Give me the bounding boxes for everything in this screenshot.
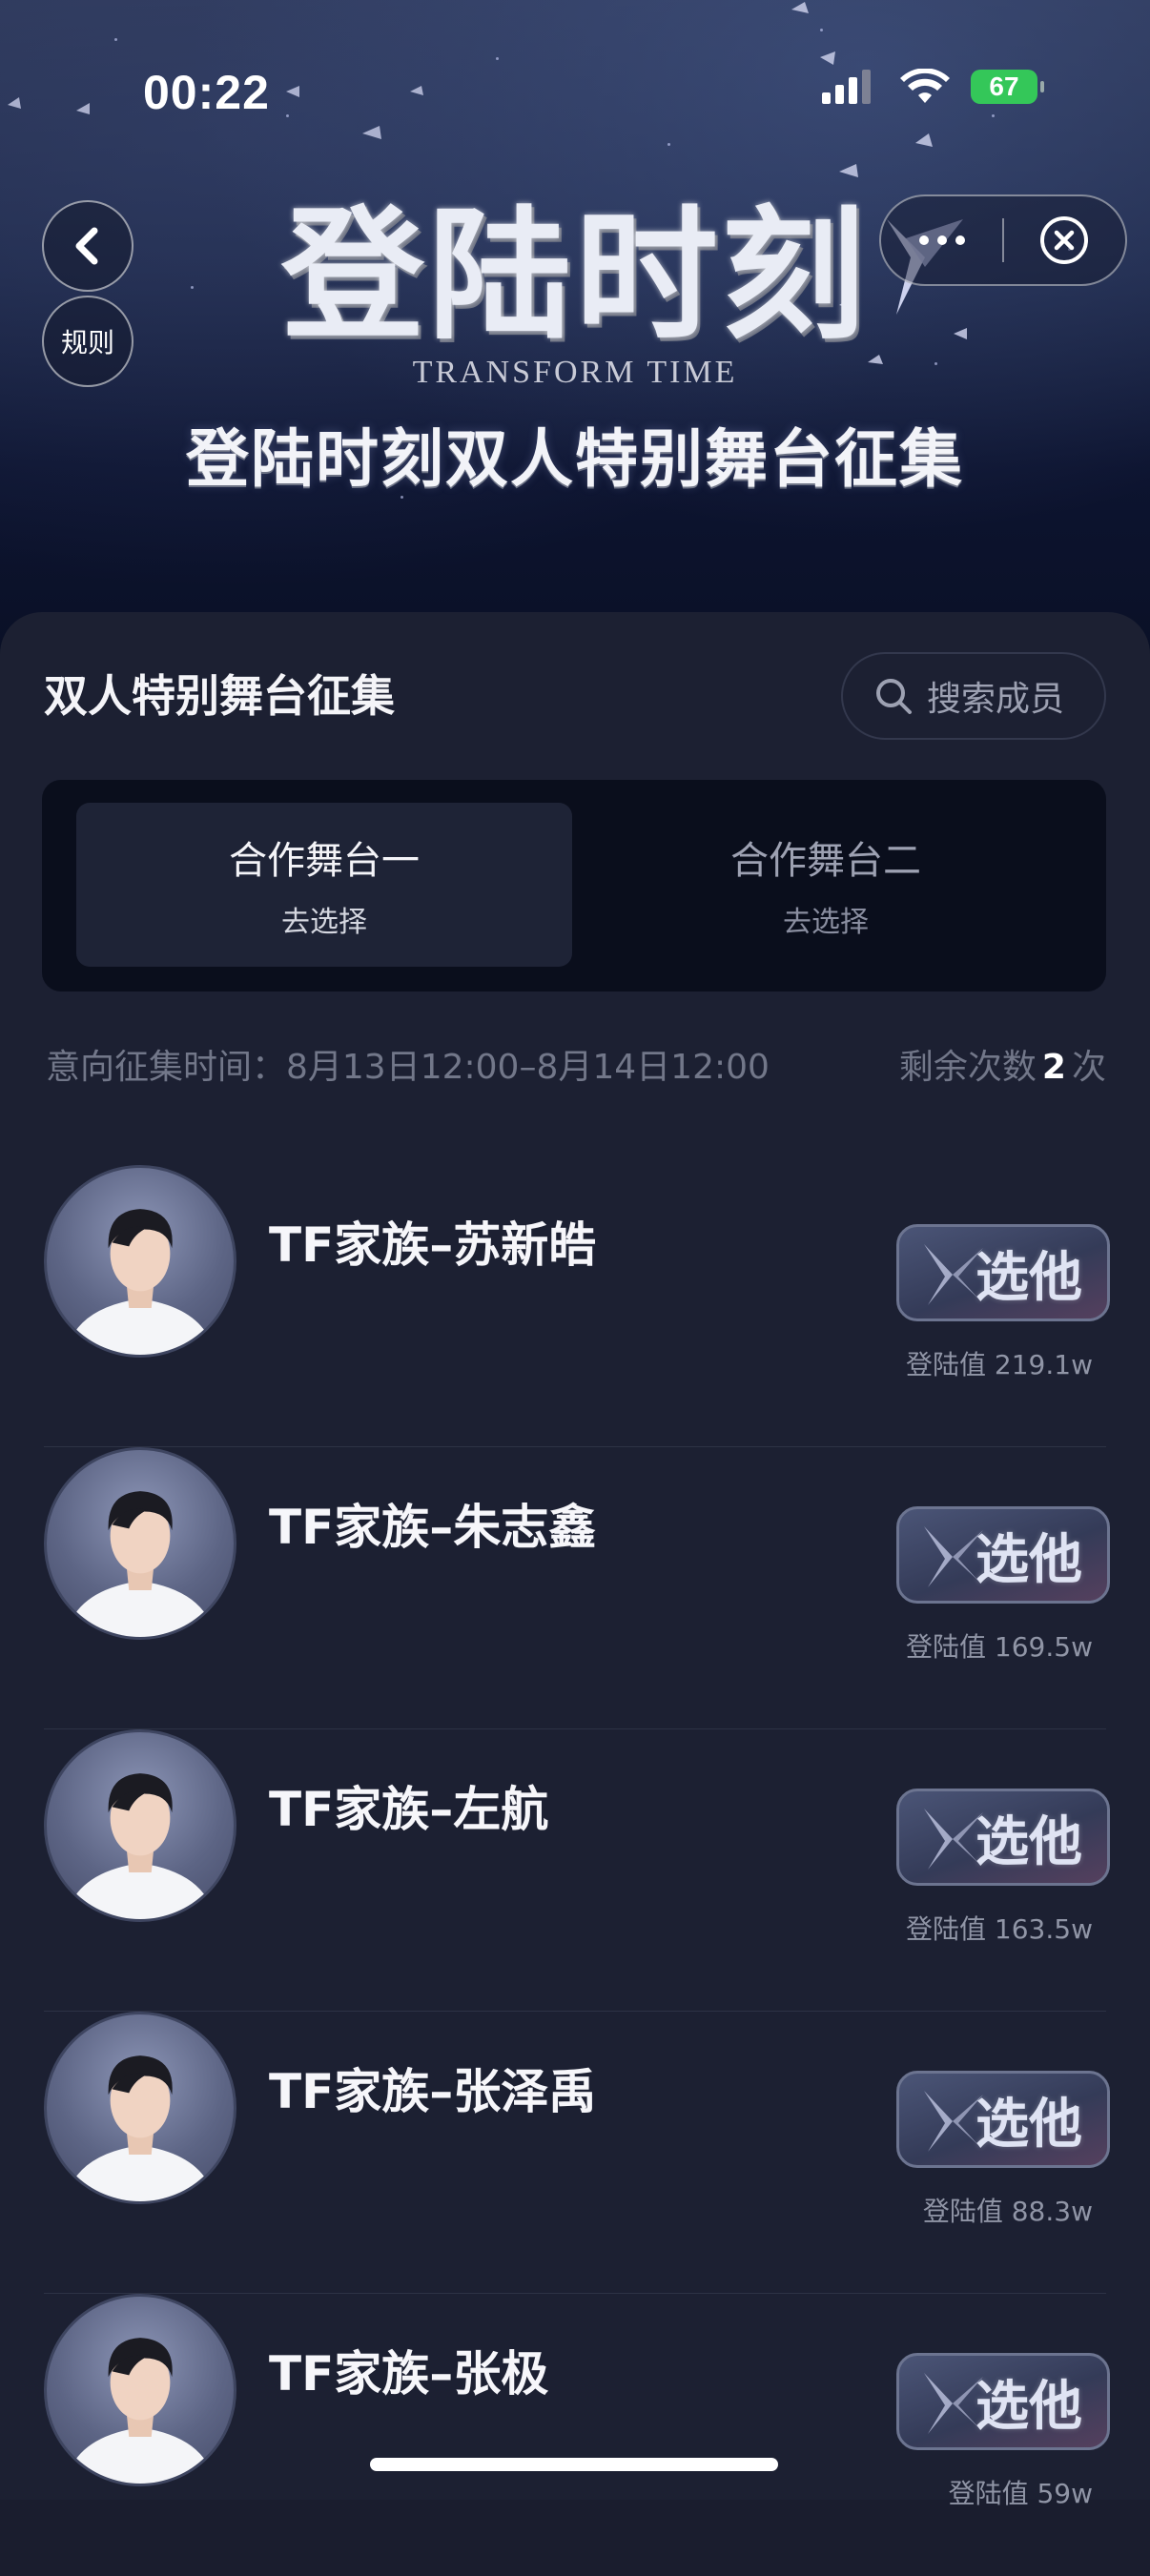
butterfly-x-icon (924, 1809, 983, 1870)
wifi-icon (900, 69, 950, 103)
home-indicator (370, 2458, 778, 2471)
tab-sublabel: 去选择 (281, 906, 367, 939)
member-name: TF家族–苏新皓 (269, 1217, 597, 1273)
member-row: TF家族–苏新皓选他登陆值 219.1w (44, 1165, 1110, 1447)
status-icons: 67 (822, 69, 1044, 105)
member-row: TF家族–张泽禹选他登陆值 88.3w (44, 2012, 1110, 2294)
member-row: TF家族–朱志鑫选他登陆值 169.5w (44, 1447, 1110, 1729)
remaining-unit: 次 (1071, 1048, 1106, 1087)
cellular-signal-icon (822, 70, 871, 104)
select-member-button[interactable]: 选他 (896, 2071, 1110, 2168)
remaining-number: 2 (1041, 1048, 1066, 1087)
search-icon (876, 679, 912, 714)
member-score: 登陆值 88.3w (922, 2196, 1093, 2227)
select-button-label: 选他 (975, 1528, 1082, 1591)
member-row: TF家族–张极选他登陆值 59w (44, 2294, 1110, 2576)
member-name: TF家族–朱志鑫 (269, 1500, 597, 1555)
status-time: 00:22 (143, 66, 270, 119)
select-button-label: 选他 (975, 2375, 1082, 2438)
event-logo-subtitle: TRANSFORM TIME (412, 355, 738, 390)
member-avatar[interactable] (44, 2012, 236, 2204)
section-title: 双人特别舞台征集 (44, 670, 395, 722)
member-score: 登陆值 219.1w (906, 1349, 1093, 1380)
member-row: TF家族–左航选他登陆值 163.5w (44, 1729, 1110, 2012)
member-name: TF家族–左航 (269, 1782, 549, 1837)
member-avatar[interactable] (44, 1447, 236, 1640)
butterfly-x-icon (924, 2091, 983, 2152)
hero-banner: 00:22 67 规则 登陆时刻 TRANSFORM TIME 登陆时刻双人特别… (0, 0, 1150, 667)
select-member-button[interactable]: 选他 (896, 2353, 1110, 2450)
select-member-button[interactable]: 选他 (896, 1506, 1110, 1604)
select-button-label: 选他 (975, 1810, 1082, 1873)
member-avatar[interactable] (44, 1729, 236, 1922)
member-score: 登陆值 163.5w (906, 1913, 1093, 1945)
select-member-button[interactable]: 选他 (896, 1224, 1110, 1321)
member-score: 登陆值 59w (948, 2478, 1093, 2509)
search-member-button[interactable]: 搜索成员 (841, 652, 1106, 740)
member-avatar[interactable] (44, 2294, 236, 2486)
member-score: 登陆值 169.5w (906, 1631, 1093, 1663)
member-name: TF家族–张极 (269, 2346, 549, 2402)
collection-period: 意向征集时间：8月13日12:00–8月14日12:00 (46, 1048, 770, 1087)
remaining-label: 剩余次数 (898, 1048, 1037, 1087)
tab-label: 合作舞台二 (730, 839, 921, 883)
banner-title: 登陆时刻双人特别舞台征集 (186, 422, 964, 496)
tab-stage-two[interactable]: 合作舞台二 去选择 (578, 803, 1074, 967)
remaining-count: 剩余次数 2 次 (899, 1039, 1106, 1089)
butterfly-x-icon (924, 1244, 983, 1305)
tab-stage-one[interactable]: 合作舞台一 去选择 (76, 803, 572, 967)
select-button-label: 选他 (975, 2093, 1082, 2156)
butterfly-x-icon (924, 2373, 983, 2434)
stage-tabs: 合作舞台一 去选择 合作舞台二 去选择 (42, 780, 1106, 992)
member-name: TF家族–张泽禹 (269, 2064, 597, 2119)
battery-indicator: 67 (971, 70, 1044, 104)
search-placeholder: 搜索成员 (927, 680, 1065, 719)
event-logo-title: 登陆时刻 (280, 192, 869, 359)
tab-label: 合作舞台一 (229, 839, 420, 883)
select-button-label: 选他 (975, 1246, 1082, 1309)
butterfly-x-icon (924, 1526, 983, 1587)
tab-sublabel: 去选择 (783, 906, 869, 939)
member-avatar[interactable] (44, 1165, 236, 1358)
select-member-button[interactable]: 选他 (896, 1789, 1110, 1886)
